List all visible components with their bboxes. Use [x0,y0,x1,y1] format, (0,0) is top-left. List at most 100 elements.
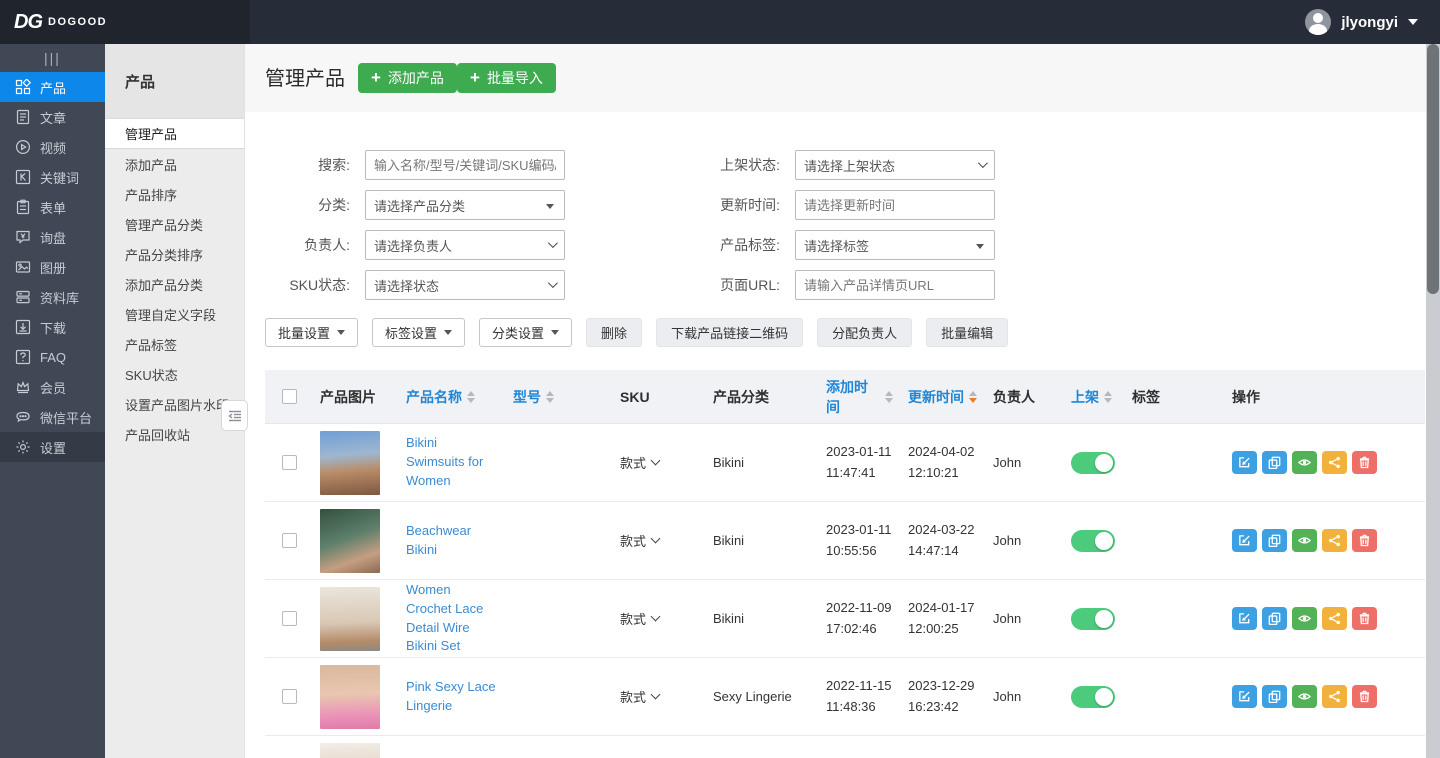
assign-owner-button[interactable]: 分配负责人 [817,318,912,347]
shelf-toggle[interactable] [1071,452,1115,474]
sku-status-select[interactable]: 请选择状态 [365,270,565,300]
share-button[interactable] [1322,451,1347,474]
delete-button[interactable]: 删除 [586,318,642,347]
bulk-edit-button[interactable]: 批量编辑 [926,318,1008,347]
copy-button[interactable] [1262,451,1287,474]
row-checkbox[interactable] [282,611,297,626]
sidebar-item-faq[interactable]: FAQ [0,342,105,372]
sidebar-item-articles[interactable]: 文章 [0,102,105,132]
copy-button[interactable] [1262,685,1287,708]
add-product-button[interactable]: + 添加产品 [358,63,457,93]
submenu-item-manage-products[interactable]: 管理产品 [105,119,244,149]
sidebar-item-albums[interactable]: 图册 [0,252,105,282]
tag-settings-dropdown[interactable]: 标签设置 [372,318,465,347]
product-image[interactable] [320,431,380,495]
category-select[interactable]: 请选择产品分类 [365,190,565,220]
edit-button[interactable] [1232,607,1257,630]
delete-row-button[interactable] [1352,685,1377,708]
product-image[interactable] [320,665,380,729]
edit-button[interactable] [1232,451,1257,474]
copy-button[interactable] [1262,529,1287,552]
edit-button[interactable] [1232,529,1257,552]
shelf-toggle[interactable] [1071,530,1115,552]
column-header-model[interactable]: 型号 [498,370,605,423]
sku-dropdown[interactable]: 款式 [605,736,698,758]
user-menu[interactable]: jlyongyi [1305,0,1418,44]
delete-row-button[interactable] [1352,529,1377,552]
owner-cell: John [978,502,1063,579]
delete-row-button[interactable] [1352,607,1377,630]
sku-dropdown[interactable]: 款式 [605,502,698,579]
edit-button[interactable] [1232,685,1257,708]
sidebar-item-wechat[interactable]: 微信平台 [0,402,105,432]
preview-button[interactable] [1292,685,1317,708]
sort-arrows-icon [969,391,977,403]
plus-icon: + [470,69,480,86]
row-checkbox[interactable] [282,689,297,704]
product-tag-select-value: 请选择标签 [804,236,869,255]
sidebar-item-inquiries[interactable]: 询盘 [0,222,105,252]
submenu-item-add-product[interactable]: 添加产品 [105,149,244,179]
sidebar-item-forms[interactable]: 表单 [0,192,105,222]
bulk-settings-dropdown[interactable]: 批量设置 [265,318,358,347]
sidebar-item-settings[interactable]: 设置 [0,432,105,462]
column-header-shelf[interactable]: 上架 [1063,370,1117,423]
sidebar-item-library[interactable]: 资料库 [0,282,105,312]
share-button[interactable] [1322,607,1347,630]
sku-dropdown[interactable]: 款式 [605,580,698,657]
product-name-link[interactable]: Pink Sexy Lace Lingerie [406,678,498,716]
share-button[interactable] [1322,529,1347,552]
submenu-item-manage-categories[interactable]: 管理产品分类 [105,209,244,239]
submenu-item-custom-fields[interactable]: 管理自定义字段 [105,299,244,329]
category-settings-dropdown[interactable]: 分类设置 [479,318,572,347]
bulk-import-button[interactable]: + 批量导入 [457,63,556,93]
sidebar-item-label: 文章 [40,108,66,127]
owner-select[interactable]: 请选择负责人 [365,230,565,260]
delete-row-button[interactable] [1352,451,1377,474]
row-checkbox[interactable] [282,533,297,548]
submenu-collapse-button[interactable] [221,400,248,431]
update-time-input[interactable] [795,190,995,220]
product-name-link[interactable]: Beachwear Bikini [406,522,498,560]
sidebar-collapse-handle[interactable]: ||| [0,44,105,72]
search-input[interactable] [365,150,565,180]
submenu-item-sku-status[interactable]: SKU状态 [105,359,244,389]
sidebar-item-videos[interactable]: 视频 [0,132,105,162]
product-image[interactable] [320,587,380,651]
column-header-name[interactable]: 产品名称 [391,370,498,423]
shelf-status-select[interactable]: 请选择上架状态 [795,150,995,180]
category-cell [698,736,811,758]
sidebar-item-keywords[interactable]: 关键词 [0,162,105,192]
shelf-toggle[interactable] [1071,686,1115,708]
sku-dropdown[interactable]: 款式 [605,658,698,735]
product-image[interactable] [320,509,380,573]
submenu-item-category-sort[interactable]: 产品分类排序 [105,239,244,269]
share-button[interactable] [1322,685,1347,708]
product-tag-select[interactable]: 请选择标签 [795,230,995,260]
copy-button[interactable] [1262,607,1287,630]
sidebar-item-members[interactable]: 会员 [0,372,105,402]
product-name-link[interactable]: Bikini Swimsuits for Women [406,434,498,491]
download-qr-button[interactable]: 下载产品链接二维码 [656,318,803,347]
submenu-item-product-sort[interactable]: 产品排序 [105,179,244,209]
preview-button[interactable] [1292,529,1317,552]
sidebar-item-products[interactable]: 产品 [0,72,105,102]
select-all-checkbox[interactable] [282,389,297,404]
sku-dropdown[interactable]: 款式 [605,424,698,501]
preview-button[interactable] [1292,607,1317,630]
preview-button[interactable] [1292,451,1317,474]
submenu-item-product-tags[interactable]: 产品标签 [105,329,244,359]
column-header-updated[interactable]: 更新时间 [893,370,978,423]
submenu-item-add-category[interactable]: 添加产品分类 [105,269,244,299]
scrollbar-thumb[interactable] [1427,44,1439,294]
product-name-link[interactable]: Women Crochet Lace Detail Wire Bikini Se… [406,581,498,656]
trash-icon [1358,612,1371,625]
row-checkbox[interactable] [282,455,297,470]
column-header-added[interactable]: 添加时间 [811,370,893,423]
page-url-input[interactable] [795,270,995,300]
chevron-down-icon [1408,19,1418,25]
sidebar-item-downloads[interactable]: 下载 [0,312,105,342]
vertical-scrollbar[interactable] [1426,44,1440,758]
product-image[interactable] [320,743,380,758]
shelf-toggle[interactable] [1071,608,1115,630]
